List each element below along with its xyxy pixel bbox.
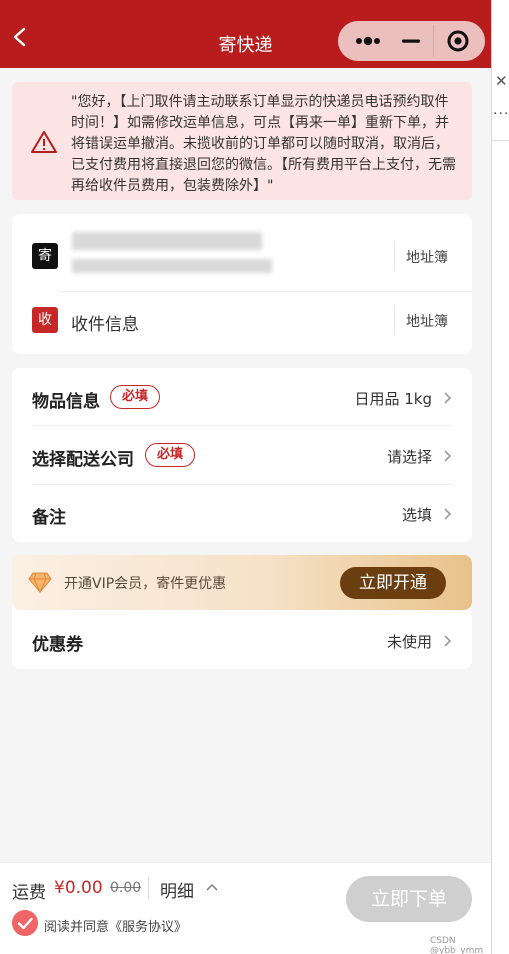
service-agreement-link[interactable]: 阅读并同意《服务协议》 xyxy=(44,916,187,935)
address-book-divider xyxy=(394,305,395,335)
vip-banner: 开通VIP会员，寄件更优惠 立即开通 xyxy=(12,555,472,610)
goods-info-row[interactable]: 物品信息 必填 日用品 1kg xyxy=(32,368,452,426)
delivery-company-value: 请选择 xyxy=(386,448,432,466)
vip-coupon-card: 开通VIP会员，寄件更优惠 立即开通 优惠券 未使用 xyxy=(12,555,472,669)
close-icon[interactable]: ✕ xyxy=(495,72,508,90)
sender-tag: 寄 xyxy=(32,243,58,269)
chevron-right-icon xyxy=(444,392,452,404)
menu-capsule xyxy=(338,21,485,61)
receiver-info-field[interactable]: 收件信息 xyxy=(71,310,139,335)
open-vip-button[interactable]: 立即开通 xyxy=(340,567,446,599)
address-card: 寄 地址簿 收 收件信息 地址簿 xyxy=(12,214,472,354)
coupon-label: 优惠券 xyxy=(32,635,83,655)
agree-checkbox-checked-icon[interactable] xyxy=(12,910,38,936)
fee-divider xyxy=(148,877,149,899)
place-order-button[interactable]: 立即下单 xyxy=(346,876,472,922)
more-dots-icon[interactable] xyxy=(344,21,392,61)
shipping-fee-value: ¥0.00 xyxy=(54,878,103,898)
remark-value: 选填 xyxy=(401,506,432,524)
warning-icon xyxy=(31,131,57,153)
shipment-details-card: 物品信息 必填 日用品 1kg 选择配送公司 必填 请选择 备注 选填 xyxy=(12,368,472,542)
minimize-icon[interactable] xyxy=(387,21,435,61)
goods-info-label: 物品信息 xyxy=(32,392,100,412)
sender-address-blurred[interactable] xyxy=(72,259,272,273)
goods-info-value: 日用品 1kg xyxy=(354,390,432,408)
notice-text: "您好，【上门取件请主动联系订单显示的快递员电话预约取件时间！】如需修改运单信息… xyxy=(71,94,456,194)
mini-program-screen: 寄快递 "您好，【上门取件请主动联系订单显示的快递员电话预约取件时间！】如需修改… xyxy=(0,0,491,954)
chevron-right-icon xyxy=(444,508,452,520)
chevron-up-icon[interactable] xyxy=(204,881,220,893)
chevron-right-icon xyxy=(444,635,452,647)
remark-row[interactable]: 备注 选填 xyxy=(32,484,452,542)
coupon-value: 未使用 xyxy=(386,633,432,651)
receiver-address-book-link[interactable]: 地址簿 xyxy=(406,311,448,331)
delivery-company-row[interactable]: 选择配送公司 必填 请选择 xyxy=(32,426,452,484)
vip-promo-text: 开通VIP会员，寄件更优惠 xyxy=(64,576,227,592)
required-badge: 必填 xyxy=(145,443,196,467)
fee-detail-toggle[interactable]: 明细 xyxy=(160,877,194,902)
close-target-icon[interactable] xyxy=(434,21,482,61)
address-book-divider xyxy=(394,241,395,271)
edge-divider xyxy=(491,140,509,141)
coupon-row[interactable]: 优惠券 未使用 xyxy=(32,611,452,669)
sender-name-blurred[interactable] xyxy=(72,232,262,250)
diamond-icon xyxy=(28,572,52,593)
sender-address-book-link[interactable]: 地址簿 xyxy=(406,247,448,267)
required-badge: 必填 xyxy=(110,385,161,409)
more-icon[interactable]: ··· xyxy=(493,106,509,122)
delivery-company-label: 选择配送公司 xyxy=(32,450,134,470)
bottom-action-bar: 运费 ¥0.00 0.00 明细 立即下单 阅读并同意《服务协议》 xyxy=(0,862,491,954)
side-panel-edge xyxy=(491,0,509,954)
remark-label: 备注 xyxy=(32,508,66,528)
receiver-tag: 收 xyxy=(32,307,58,333)
original-fee-value: 0.00 xyxy=(110,880,142,896)
watermark: CSDN @ybb_ymm xyxy=(430,936,484,954)
notice-banner: "您好，【上门取件请主动联系订单显示的快递员电话预约取件时间！】如需修改运单信息… xyxy=(12,82,472,200)
nav-header: 寄快递 xyxy=(0,0,491,68)
address-divider xyxy=(60,291,472,292)
shipping-fee-label: 运费 xyxy=(12,883,46,903)
chevron-right-icon xyxy=(444,450,452,462)
